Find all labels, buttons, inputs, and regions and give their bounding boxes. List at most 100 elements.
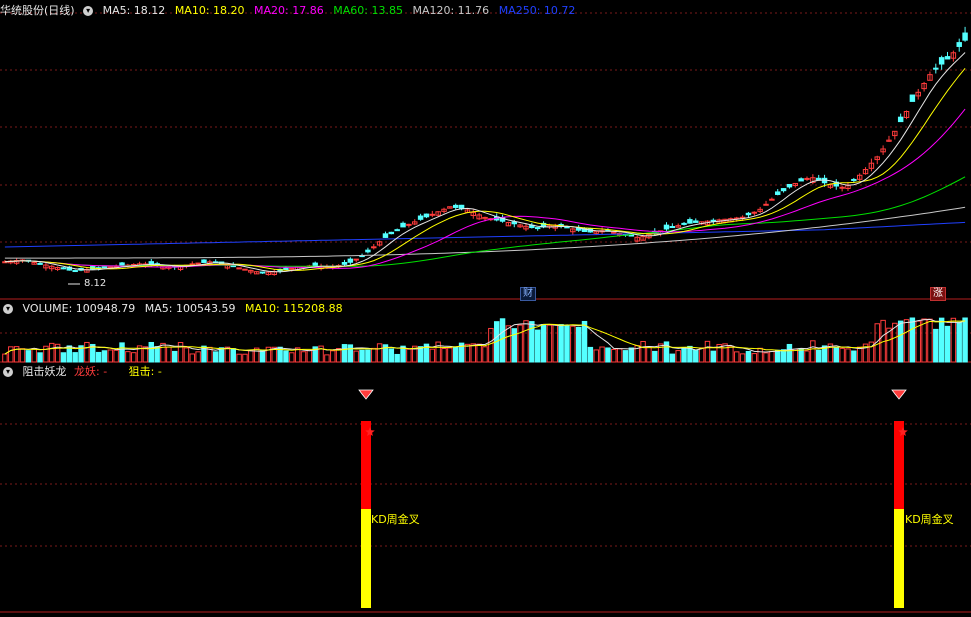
ma10-line bbox=[4, 67, 966, 271]
volume-bar bbox=[903, 319, 910, 363]
candle-body bbox=[780, 188, 787, 192]
volume-value: VOLUME: 100948.79 bbox=[22, 302, 136, 315]
candle-body bbox=[60, 267, 67, 270]
volume-bar bbox=[897, 320, 904, 363]
volume-bar bbox=[622, 350, 629, 363]
ma20-line bbox=[4, 108, 966, 269]
volume-bar bbox=[763, 352, 769, 363]
volume-bar bbox=[353, 350, 359, 363]
volume-bar bbox=[113, 349, 119, 363]
volume-bar bbox=[605, 347, 611, 363]
volume-bar bbox=[833, 346, 839, 363]
volume-bar bbox=[851, 350, 857, 363]
ma60-value: MA60: 13.85 bbox=[333, 4, 403, 17]
volume-bar bbox=[435, 341, 441, 363]
volume-bar bbox=[183, 347, 190, 363]
price-header: 华统股份(日线) ▾ MA5: 18.12 MA10: 18.20 MA20: … bbox=[0, 4, 581, 18]
volume-bar bbox=[230, 348, 236, 363]
volume-bar bbox=[177, 341, 184, 363]
candle-body bbox=[897, 116, 904, 123]
volume-bar bbox=[195, 351, 201, 363]
candle-body bbox=[101, 266, 108, 269]
volume-bar bbox=[212, 351, 219, 363]
candle-body bbox=[933, 67, 939, 70]
candle-body bbox=[242, 268, 248, 271]
volume-bar bbox=[347, 344, 354, 363]
candle-body bbox=[769, 198, 775, 201]
volume-bar bbox=[131, 352, 137, 363]
volume-bar bbox=[745, 350, 752, 363]
volume-bar bbox=[476, 343, 482, 363]
volume-bar bbox=[148, 341, 155, 363]
ma5-value: MA5: 18.12 bbox=[102, 4, 166, 17]
volume-bar bbox=[19, 348, 26, 363]
volume-bar bbox=[429, 348, 436, 363]
volume-bar bbox=[681, 348, 687, 363]
volume-bar bbox=[616, 348, 623, 363]
volume-bar bbox=[236, 353, 242, 363]
volume-bar bbox=[810, 340, 816, 363]
volume-bar bbox=[593, 349, 599, 363]
kd-signal-label-1: KD周金叉 bbox=[371, 513, 420, 526]
volume-bar bbox=[540, 324, 547, 363]
indicator-name: 阻击妖龙 bbox=[22, 365, 67, 378]
candle-body bbox=[189, 263, 195, 266]
volume-bar bbox=[447, 347, 453, 363]
candle-body bbox=[283, 267, 289, 271]
volume-bar bbox=[406, 348, 412, 363]
candle-body bbox=[289, 267, 295, 270]
volume-bar bbox=[698, 347, 705, 363]
volume-bar bbox=[611, 348, 617, 363]
candle-body bbox=[663, 224, 670, 230]
candle-body bbox=[429, 213, 436, 216]
volume-bar bbox=[587, 346, 594, 363]
candle-body bbox=[534, 227, 541, 230]
candle-body bbox=[365, 249, 371, 253]
chevron-down-icon[interactable]: ▾ bbox=[3, 304, 13, 314]
kd-signal-label-2: KD周金叉 bbox=[905, 513, 954, 526]
volume-bar bbox=[306, 350, 313, 363]
candle-body bbox=[72, 270, 78, 273]
volume-bar bbox=[119, 342, 125, 363]
volume-bar bbox=[224, 346, 231, 363]
volume-bar bbox=[646, 346, 652, 363]
volume-bar bbox=[909, 317, 916, 363]
volume-bar bbox=[775, 349, 781, 363]
volume-bar bbox=[575, 326, 582, 363]
volume-bar bbox=[815, 349, 822, 363]
cai-badge[interactable]: 财 bbox=[520, 287, 536, 301]
volume-bar bbox=[371, 347, 377, 363]
volume-bar bbox=[60, 352, 67, 363]
candle-body bbox=[693, 220, 699, 223]
candle-body bbox=[751, 211, 758, 214]
candle-body bbox=[341, 262, 348, 265]
candle-body bbox=[388, 231, 395, 235]
ma60-line bbox=[4, 176, 966, 267]
candle-body bbox=[763, 203, 769, 206]
gem-icon bbox=[358, 389, 374, 400]
chevron-down-icon[interactable]: ▾ bbox=[3, 367, 13, 377]
volume-bar bbox=[552, 324, 558, 363]
candle-body bbox=[195, 262, 201, 265]
candle-body bbox=[119, 262, 125, 267]
zhang-badge[interactable]: 涨 bbox=[930, 287, 946, 301]
ma10-value: MA10: 18.20 bbox=[174, 4, 245, 17]
volume-bar bbox=[769, 350, 775, 363]
volume-bar bbox=[581, 320, 588, 363]
volume-bar bbox=[37, 352, 43, 363]
chevron-down-icon[interactable]: ▾ bbox=[83, 6, 94, 16]
candle-body bbox=[710, 219, 717, 222]
volume-bar bbox=[101, 350, 108, 363]
volume-bar bbox=[652, 350, 658, 363]
indicator-header: ▾ 阻击妖龙 龙妖: - 狙击: - bbox=[0, 365, 168, 379]
volume-bar bbox=[780, 349, 787, 363]
stock-chart-window: 华统股份(日线) ▾ MA5: 18.12 MA10: 18.20 MA20: … bbox=[0, 0, 971, 617]
gem-icon bbox=[891, 389, 907, 400]
volume-bar bbox=[675, 350, 681, 363]
volume-bar bbox=[464, 343, 471, 363]
volume-bar bbox=[72, 352, 78, 363]
volume-bar bbox=[657, 343, 664, 363]
volume-bar bbox=[786, 343, 793, 363]
volume-bar bbox=[839, 347, 845, 363]
candle-body bbox=[575, 227, 582, 231]
